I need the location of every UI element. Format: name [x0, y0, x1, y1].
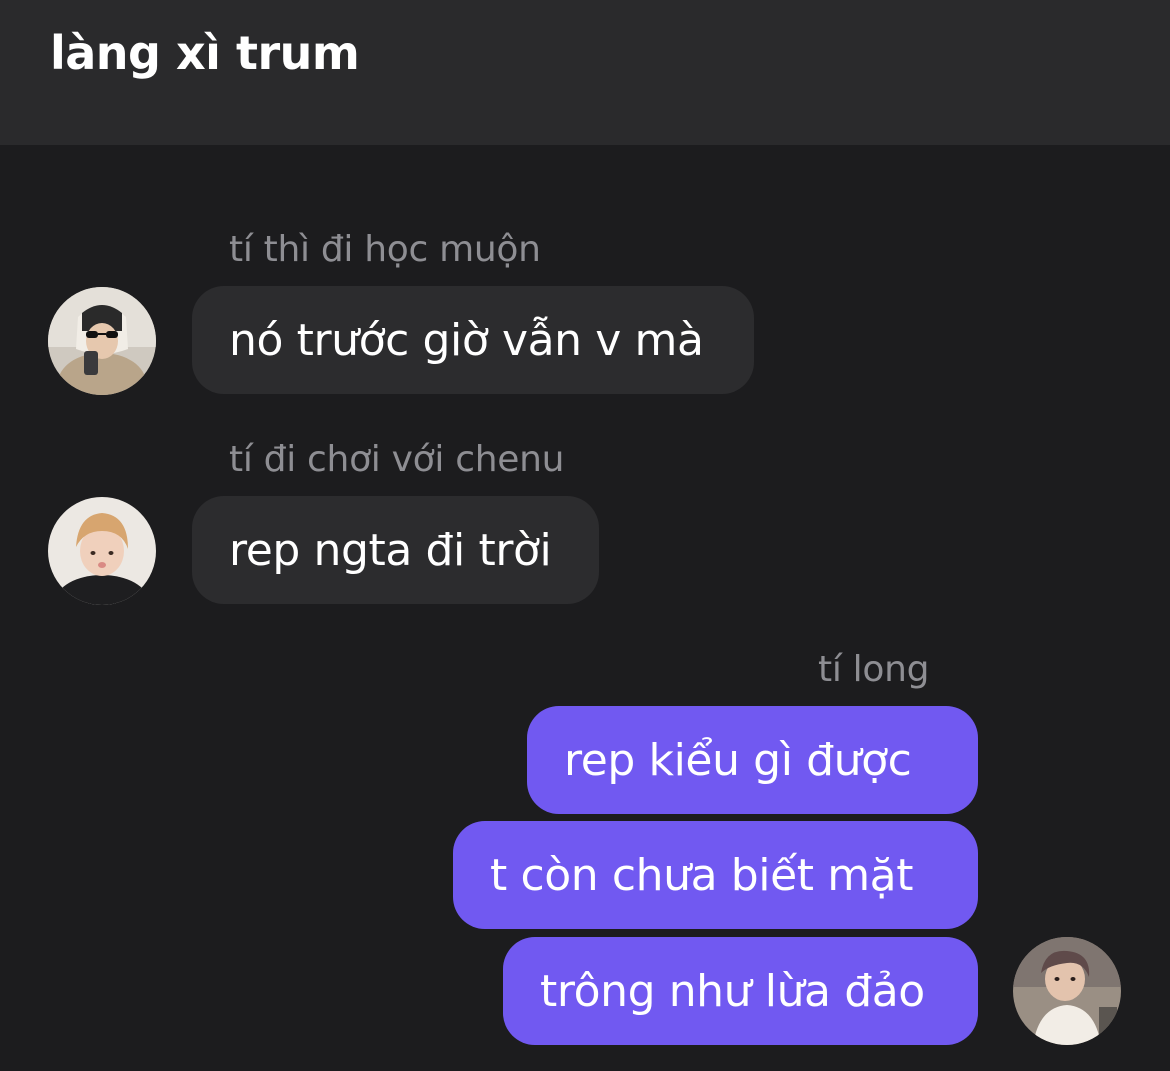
message-list: tí thì đi học muộn nó trước giờ vẫn v mà…	[0, 145, 1170, 1071]
avatar-sunglasses-user[interactable]	[48, 287, 156, 395]
message-bubble[interactable]: nó trước giờ vẫn v mà	[192, 286, 754, 394]
message-bubble-outgoing[interactable]: t còn chưa biết mặt	[453, 821, 978, 929]
sender-name: tí đi chơi với chenu	[229, 439, 565, 480]
chat-header: làng xì trum	[0, 0, 1170, 145]
chat-title[interactable]: làng xì trum	[50, 26, 360, 80]
sender-name: tí long	[818, 649, 930, 690]
sender-name: tí thì đi học muộn	[229, 229, 541, 270]
avatar-self-user[interactable]	[1013, 937, 1121, 1045]
message-bubble-outgoing[interactable]: rep kiểu gì được	[527, 706, 978, 814]
message-bubble-outgoing[interactable]: trông như lừa đảo	[503, 937, 978, 1045]
message-bubble[interactable]: rep ngta đi trời	[192, 496, 599, 604]
avatar-blonde-user[interactable]	[48, 497, 156, 605]
